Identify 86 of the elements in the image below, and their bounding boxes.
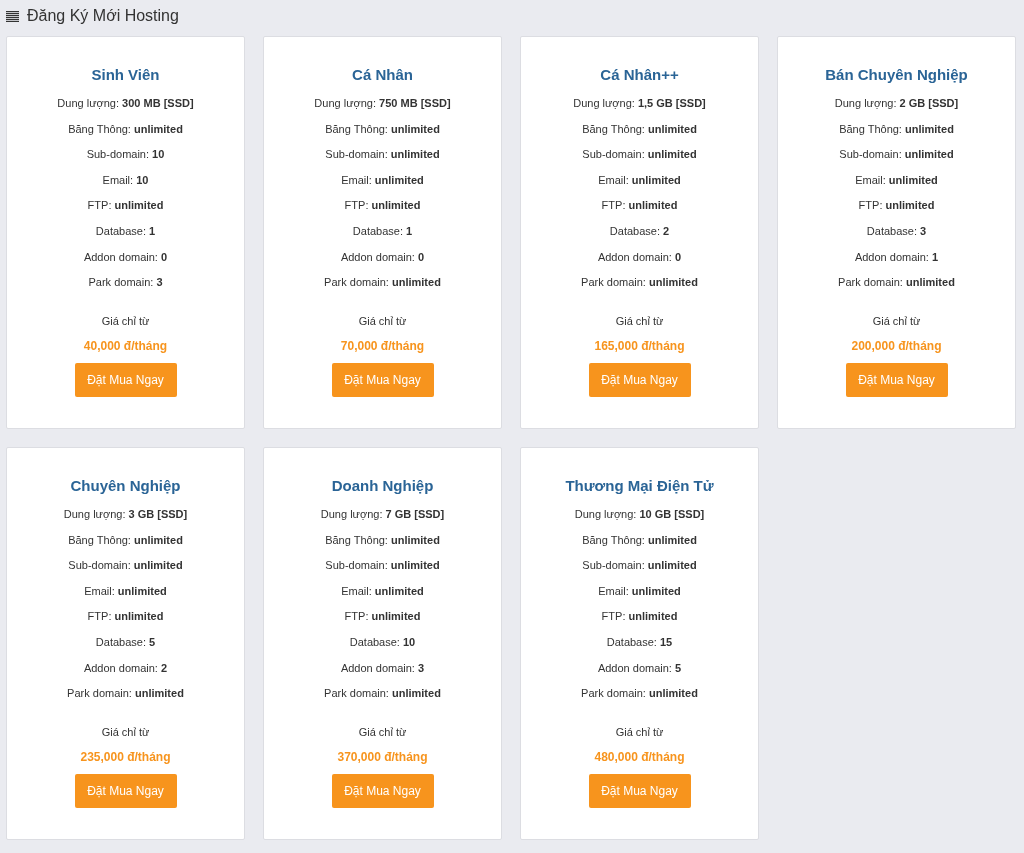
plan-feature: Băng Thông: unlimited — [325, 121, 440, 137]
price-label: Giá chỉ từ — [358, 724, 407, 740]
plan-feature: Email: 10 — [102, 172, 149, 188]
plan-feature: Park domain: unlimited — [581, 275, 698, 291]
plan-price: 200,000 đ/tháng — [851, 337, 942, 355]
plan-feature: Database: 1 — [352, 223, 413, 239]
plan-feature: Dung lượng: 1,5 GB [SSD] — [573, 96, 706, 111]
plan-feature: FTP: unlimited — [87, 198, 164, 214]
plan-feature: Park domain: unlimited — [838, 275, 955, 291]
plan-price: 370,000 đ/tháng — [337, 748, 428, 766]
page-title: Đăng Ký Mới Hosting — [27, 7, 179, 25]
plan-feature: Dung lượng: 300 MB [SSD] — [57, 96, 194, 111]
buy-button[interactable]: Đặt Mua Ngay — [588, 773, 691, 808]
plan-feature: Database: 3 — [866, 223, 927, 239]
plan-feature: Park domain: 3 — [88, 275, 163, 291]
plan-feature: Database: 1 — [95, 223, 156, 239]
plan-feature: Email: unlimited — [341, 583, 424, 599]
plan-name: Chuyên Nghiệp — [70, 477, 181, 494]
plan-feature: Email: unlimited — [598, 583, 681, 599]
buy-button[interactable]: Đặt Mua Ngay — [331, 773, 434, 808]
plan-name: Bán Chuyên Nghiệp — [825, 66, 968, 83]
plan-feature: FTP: unlimited — [344, 198, 421, 214]
menu-icon — [6, 10, 19, 22]
plan-feature: Dung lượng: 7 GB [SSD] — [320, 507, 445, 522]
buy-button[interactable]: Đặt Mua Ngay — [74, 773, 177, 808]
plan-name: Cá Nhân++ — [600, 66, 679, 83]
plan-feature: FTP: unlimited — [601, 198, 678, 214]
plan-feature: Park domain: unlimited — [324, 686, 441, 702]
plan-feature: FTP: unlimited — [601, 609, 678, 625]
plan-feature: Email: unlimited — [598, 172, 681, 188]
plan-feature: Park domain: unlimited — [67, 686, 184, 702]
plan-feature: Băng Thông: unlimited — [68, 121, 183, 137]
plan-feature: Addon domain: 2 — [83, 660, 168, 676]
plan-feature: Băng Thông: unlimited — [582, 121, 697, 137]
plan-feature: Sub-domain: unlimited — [582, 147, 697, 163]
price-label: Giá chỉ từ — [872, 313, 921, 329]
price-label: Giá chỉ từ — [615, 313, 664, 329]
plan-feature: Dung lượng: 750 MB [SSD] — [314, 96, 451, 111]
plan-feature: Dung lượng: 10 GB [SSD] — [574, 507, 705, 522]
price-label: Giá chỉ từ — [101, 724, 150, 740]
plan-feature: Băng Thông: unlimited — [325, 532, 440, 548]
plan-feature: Băng Thông: unlimited — [582, 532, 697, 548]
plan-feature: Addon domain: 5 — [597, 660, 682, 676]
plan-name: Doanh Nghiệp — [331, 477, 434, 494]
plan-feature: FTP: unlimited — [858, 198, 935, 214]
price-label: Giá chỉ từ — [615, 724, 664, 740]
buy-button[interactable]: Đặt Mua Ngay — [74, 362, 177, 397]
plan-feature: Sub-domain: unlimited — [68, 558, 183, 574]
plan-feature: Park domain: unlimited — [324, 275, 441, 291]
plan-feature: Addon domain: 3 — [340, 660, 425, 676]
plan-name: Cá Nhân — [352, 66, 413, 83]
plan-name: Sinh Viên — [91, 66, 160, 83]
plan-feature: Database: 15 — [606, 634, 673, 650]
plan-feature: Database: 5 — [95, 634, 156, 650]
plan-feature: Sub-domain: unlimited — [325, 558, 440, 574]
buy-button[interactable]: Đặt Mua Ngay — [845, 362, 948, 397]
price-label: Giá chỉ từ — [358, 313, 407, 329]
plan-name: Thương Mại Điện Tử — [565, 477, 714, 494]
plan-price: 235,000 đ/tháng — [80, 748, 171, 766]
plan-price: 480,000 đ/tháng — [594, 748, 685, 766]
plan-feature: Băng Thông: unlimited — [839, 121, 954, 137]
price-label: Giá chỉ từ — [101, 313, 150, 329]
plan-feature: Sub-domain: unlimited — [582, 558, 697, 574]
plan-feature: Database: 2 — [609, 223, 670, 239]
plan-feature: Sub-domain: 10 — [86, 147, 165, 163]
plan-feature: Addon domain: 0 — [83, 249, 168, 265]
buy-button[interactable]: Đặt Mua Ngay — [588, 362, 691, 397]
plan-feature: Dung lượng: 2 GB [SSD] — [834, 96, 959, 111]
plan-price: 70,000 đ/tháng — [340, 337, 425, 355]
plan-feature: Email: unlimited — [84, 583, 167, 599]
plan-feature: Băng Thông: unlimited — [68, 532, 183, 548]
plan-feature: FTP: unlimited — [87, 609, 164, 625]
plan-price: 165,000 đ/tháng — [594, 337, 685, 355]
plan-price: 40,000 đ/tháng — [83, 337, 168, 355]
plan-feature: Sub-domain: unlimited — [839, 147, 954, 163]
plan-feature: FTP: unlimited — [344, 609, 421, 625]
plan-feature: Dung lượng: 3 GB [SSD] — [63, 507, 188, 522]
plan-feature: Addon domain: 1 — [854, 249, 939, 265]
plan-feature: Addon domain: 0 — [597, 249, 682, 265]
plan-feature: Database: 10 — [349, 634, 416, 650]
plan-feature: Park domain: unlimited — [581, 686, 698, 702]
plan-feature: Sub-domain: unlimited — [325, 147, 440, 163]
plan-feature: Email: unlimited — [855, 172, 938, 188]
buy-button[interactable]: Đặt Mua Ngay — [331, 362, 434, 397]
plan-feature: Email: unlimited — [341, 172, 424, 188]
plan-feature: Addon domain: 0 — [340, 249, 425, 265]
